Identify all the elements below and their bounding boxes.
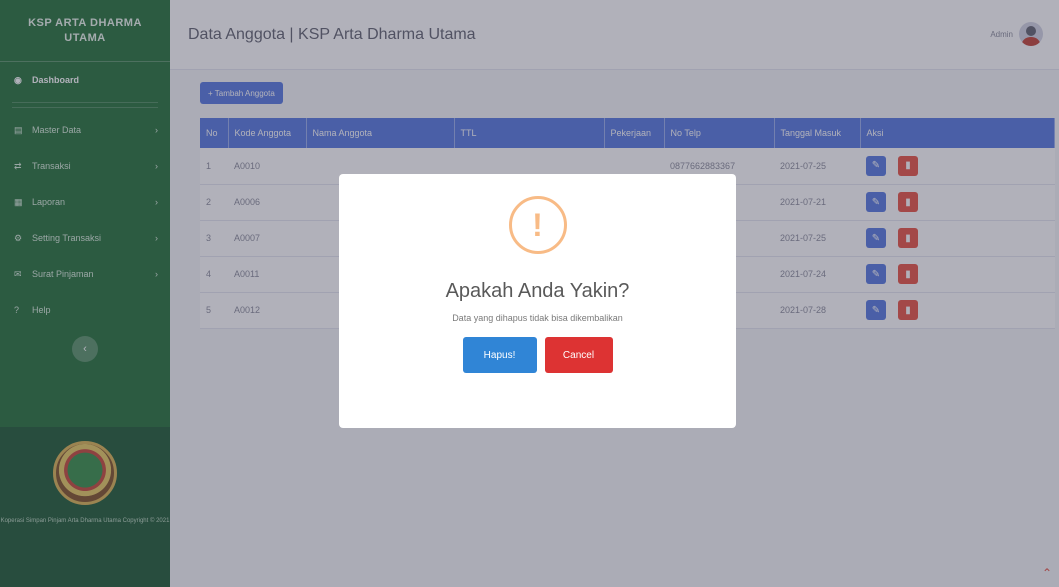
warning-icon: !	[508, 196, 567, 254]
dialog-message: Data yang dihapus tidak bisa dikembalika…	[452, 313, 623, 323]
confirm-dialog: ! Apakah Anda Yakin? Data yang dihapus t…	[339, 174, 736, 428]
cancel-button[interactable]: Cancel	[544, 337, 613, 373]
dialog-actions: Hapus! Cancel	[462, 337, 613, 373]
confirm-delete-button[interactable]: Hapus!	[462, 337, 537, 373]
modal-overlay[interactable]: ! Apakah Anda Yakin? Data yang dihapus t…	[0, 0, 1059, 587]
dialog-title: Apakah Anda Yakin?	[445, 280, 630, 302]
